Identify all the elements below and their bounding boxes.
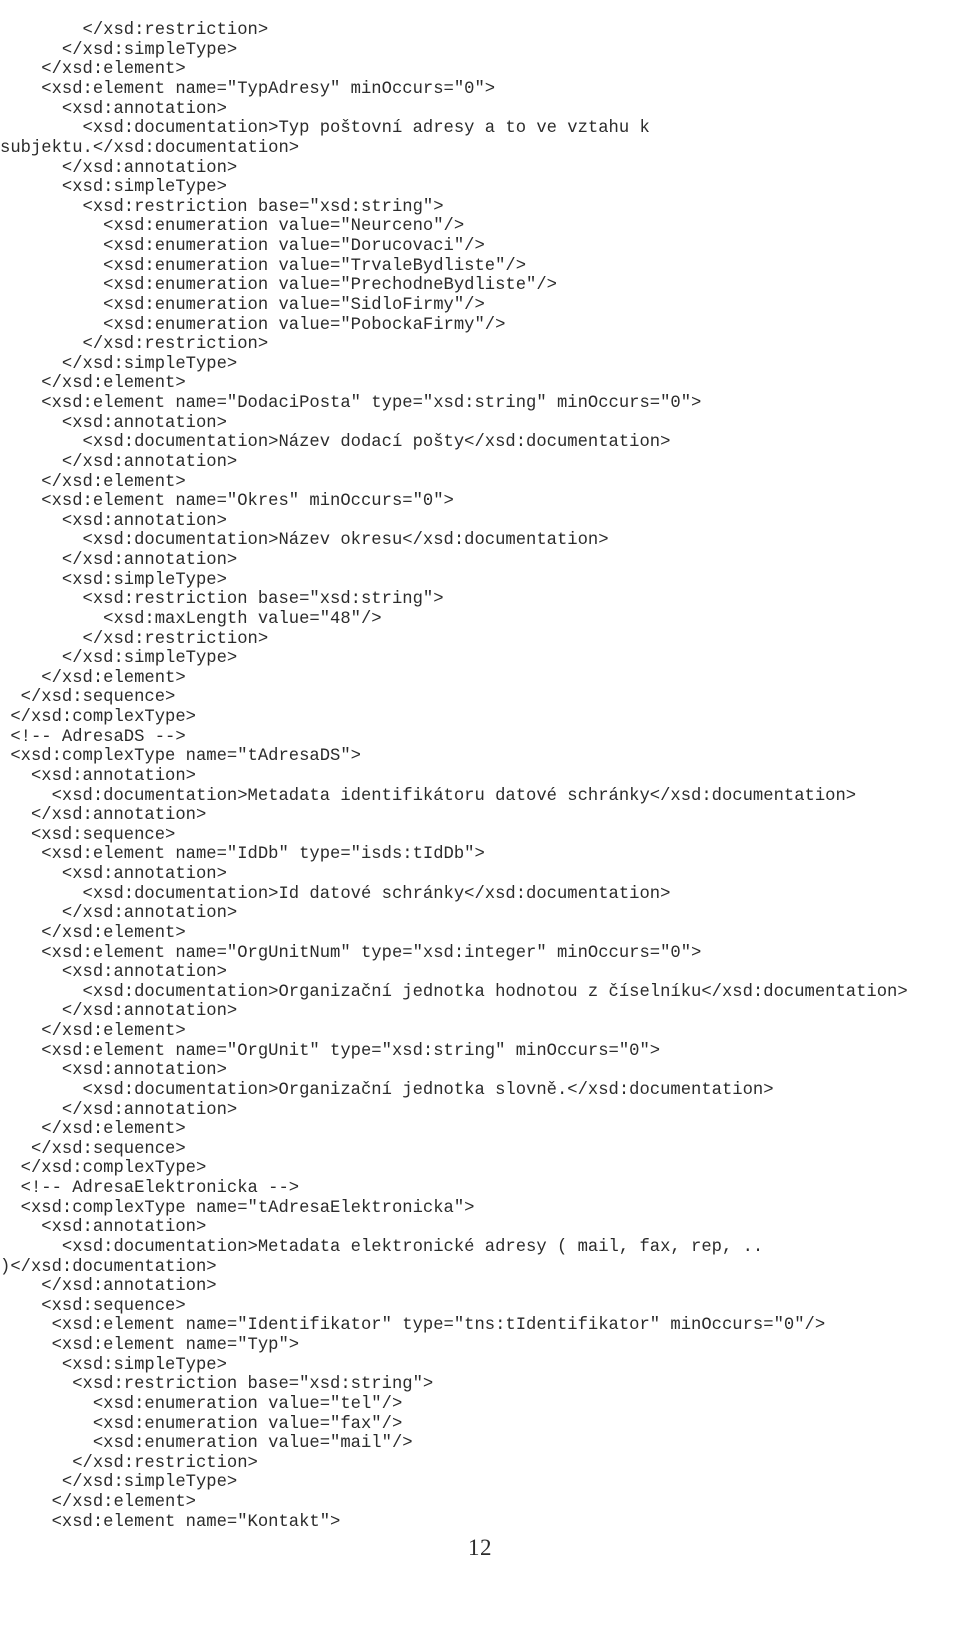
code-line: <xsd:element name="OrgUnitNum" type="xsd… <box>0 943 702 963</box>
code-line: <xsd:annotation> <box>0 1218 207 1238</box>
code-line: </xsd:element> <box>0 1493 196 1513</box>
document-page: </xsd:restriction> </xsd:simpleType> </x… <box>0 0 960 1630</box>
code-line: <xsd:documentation>Organizační jednotka … <box>0 1080 774 1100</box>
code-line: </xsd:restriction> <box>0 1453 258 1473</box>
code-line: <xsd:enumeration value="PrechodneBydlist… <box>0 276 557 296</box>
code-line: </xsd:simpleType> <box>0 40 238 60</box>
code-line: <xsd:element name="OrgUnit" type="xsd:st… <box>0 1041 661 1061</box>
code-line: </xsd:element> <box>0 1120 186 1140</box>
code-line: <xsd:documentation>Název dodací pošty</x… <box>0 433 671 453</box>
code-line: </xsd:sequence> <box>0 688 176 708</box>
code-line: </xsd:element> <box>0 668 186 688</box>
code-line: <xsd:enumeration value="Neurceno"/> <box>0 217 465 237</box>
code-line: <xsd:enumeration value="SidloFirmy"/> <box>0 295 485 315</box>
xsd-code-listing: </xsd:restriction> </xsd:simpleType> </x… <box>0 17 960 1532</box>
code-line: <xsd:restriction base="xsd:string"> <box>0 590 444 610</box>
code-line: <xsd:enumeration value="PobockaFirmy"/> <box>0 315 506 335</box>
code-line: </xsd:simpleType> <box>0 354 238 374</box>
code-line: </xsd:simpleType> <box>0 1473 238 1493</box>
code-line: </xsd:annotation> <box>0 452 238 472</box>
code-line: </xsd:annotation> <box>0 551 238 571</box>
code-line: </xsd:element> <box>0 923 186 943</box>
code-line: <xsd:element name="Okres" minOccurs="0"> <box>0 492 454 512</box>
code-line: <xsd:annotation> <box>0 99 227 119</box>
code-line: </xsd:annotation> <box>0 806 207 826</box>
code-line: </xsd:restriction> <box>0 629 269 649</box>
code-line: </xsd:annotation> <box>0 158 238 178</box>
code-line: <xsd:enumeration value="Dorucovaci"/> <box>0 237 485 257</box>
code-line: </xsd:complexType> <box>0 708 196 728</box>
code-line: <xsd:sequence> <box>0 1296 186 1316</box>
code-line: <xsd:complexType name="tAdresaElektronic… <box>0 1198 475 1218</box>
code-line: </xsd:annotation> <box>0 1002 238 1022</box>
code-line: </xsd:annotation> <box>0 904 238 924</box>
code-line: <xsd:element name="Identifikator" type="… <box>0 1316 826 1336</box>
code-line: <xsd:element name="DodaciPosta" type="xs… <box>0 394 702 414</box>
code-line: <!-- AdresaDS --> <box>0 727 186 747</box>
code-line: <xsd:sequence> <box>0 825 176 845</box>
code-line: <xsd:simpleType> <box>0 1355 227 1375</box>
code-line: <xsd:annotation> <box>0 511 227 531</box>
code-line: <xsd:documentation>Název okresu</xsd:doc… <box>0 531 609 551</box>
code-line: </xsd:annotation> <box>0 1277 217 1297</box>
code-line: <xsd:enumeration value="TrvaleBydliste"/… <box>0 256 527 276</box>
code-line: </xsd:element> <box>0 1022 186 1042</box>
code-line: <xsd:maxLength value="48"/> <box>0 609 382 629</box>
code-line: <xsd:annotation> <box>0 963 227 983</box>
code-line: <xsd:annotation> <box>0 1061 227 1081</box>
code-line: <xsd:complexType name="tAdresaDS"> <box>0 747 361 767</box>
code-line: </xsd:element> <box>0 60 186 80</box>
code-line: <!-- AdresaElektronicka --> <box>0 1179 300 1199</box>
code-line: <xsd:documentation>Metadata identifikáto… <box>0 786 857 806</box>
code-line: <xsd:documentation>Organizační jednotka … <box>0 982 908 1002</box>
code-line: </xsd:restriction> <box>0 21 269 41</box>
code-line: </xsd:simpleType> <box>0 649 238 669</box>
code-line: </xsd:annotation> <box>0 1100 238 1120</box>
code-line: <xsd:annotation> <box>0 865 227 885</box>
code-line: </xsd:sequence> <box>0 1139 186 1159</box>
code-line: <xsd:documentation>Typ poštovní adresy a… <box>0 119 650 139</box>
code-line: </xsd:element> <box>0 472 186 492</box>
code-line: </xsd:element> <box>0 374 186 394</box>
code-line: </xsd:restriction> <box>0 335 269 355</box>
code-line: <xsd:documentation>Id datové schránky</x… <box>0 884 671 904</box>
code-line: <xsd:element name="Typ"> <box>0 1336 300 1356</box>
code-line: subjektu.</xsd:documentation> <box>0 138 300 158</box>
code-line: )</xsd:documentation> <box>0 1257 217 1277</box>
code-line: </xsd:complexType> <box>0 1159 207 1179</box>
code-line: <xsd:element name="IdDb" type="isds:tIdD… <box>0 845 485 865</box>
code-line: <xsd:simpleType> <box>0 570 227 590</box>
code-line: <xsd:restriction base="xsd:string"> <box>0 1375 434 1395</box>
code-line: <xsd:element name="TypAdresy" minOccurs=… <box>0 80 496 100</box>
code-line: <xsd:annotation> <box>0 766 196 786</box>
code-line: <xsd:enumeration value="fax"/> <box>0 1414 403 1434</box>
code-line: <xsd:element name="Kontakt"> <box>0 1512 341 1532</box>
code-line: <xsd:restriction base="xsd:string"> <box>0 197 444 217</box>
code-line: <xsd:annotation> <box>0 413 227 433</box>
page-number: 12 <box>468 1535 492 1560</box>
code-line: <xsd:enumeration value="mail"/> <box>0 1434 413 1454</box>
code-line: <xsd:documentation>Metadata elektronické… <box>0 1237 764 1257</box>
code-line: <xsd:simpleType> <box>0 178 227 198</box>
code-line: <xsd:enumeration value="tel"/> <box>0 1394 403 1414</box>
